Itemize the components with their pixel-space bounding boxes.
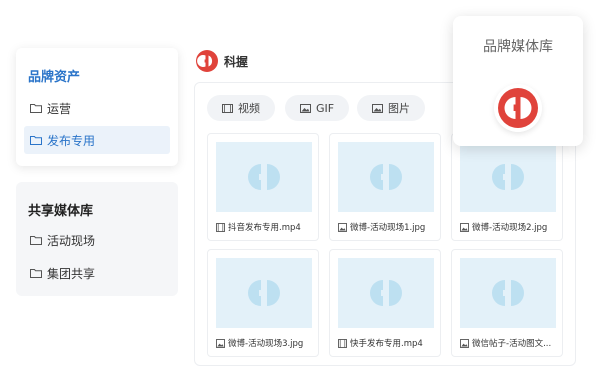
shared-media-panel: 共享媒体库 活动现场 集团共享 xyxy=(16,182,178,296)
asset-caption: 微博-活动现场2.jpg xyxy=(460,220,560,234)
brand-name: 科握 xyxy=(224,54,249,69)
asset-tile[interactable]: 微博-活动现场1.jpg xyxy=(329,133,441,241)
asset-thumbnail xyxy=(216,258,312,328)
nav-item-group-shared[interactable]: 集团共享 xyxy=(24,259,170,287)
nav-item-operations[interactable]: 运营 xyxy=(24,94,170,122)
asset-thumbnail xyxy=(338,258,434,328)
folder-icon xyxy=(30,103,42,113)
brand-assets-title: 品牌资产 xyxy=(28,70,81,85)
brand-logo-placeholder-icon xyxy=(248,280,280,306)
nav-item-label: 发布专用 xyxy=(47,133,96,148)
nav-item-label: 运营 xyxy=(47,101,72,116)
brand-media-library-title: 品牌媒体库 xyxy=(483,39,553,55)
nav-item-publish[interactable]: 发布专用 xyxy=(24,126,170,154)
asset-tile[interactable]: 微博-活动现场3.jpg xyxy=(207,249,319,357)
nav-item-label: 活动现场 xyxy=(47,233,96,248)
image-icon xyxy=(460,338,469,348)
filter-image-button[interactable]: 图片 xyxy=(357,95,425,121)
brand-logo-placeholder-icon xyxy=(370,280,402,306)
filter-video-label: 视频 xyxy=(238,102,260,115)
brand-logo-placeholder-icon xyxy=(248,164,280,190)
asset-name: 微博-活动现场2.jpg xyxy=(472,223,548,233)
brand-logo-icon xyxy=(494,84,542,132)
brand-header: 科握 xyxy=(196,50,248,72)
asset-thumbnail xyxy=(460,258,556,328)
nav-item-label: 集团共享 xyxy=(47,266,96,281)
asset-name: 微博-活动现场3.jpg xyxy=(228,339,304,349)
image-icon xyxy=(299,103,311,113)
filter-gif-button[interactable]: GIF xyxy=(285,95,349,121)
image-icon xyxy=(338,222,347,232)
brand-media-library-card[interactable]: 品牌媒体库 xyxy=(453,16,583,146)
brand-logo-placeholder-icon xyxy=(492,280,524,306)
asset-tile[interactable]: 微信帖子-活动图文... xyxy=(451,249,563,357)
asset-caption: 抖音发布专用.mp4 xyxy=(216,220,316,234)
video-icon xyxy=(222,103,233,113)
filter-image-label: 图片 xyxy=(388,102,410,115)
asset-thumbnail xyxy=(216,142,312,212)
asset-tile[interactable]: 快手发布专用.mp4 xyxy=(329,249,441,357)
asset-tile[interactable]: 微博-活动现场2.jpg xyxy=(451,133,563,241)
asset-name: 抖音发布专用.mp4 xyxy=(228,223,301,233)
asset-caption: 微信帖子-活动图文... xyxy=(460,336,560,350)
brand-logo-icon xyxy=(196,50,218,72)
filter-gif-label: GIF xyxy=(315,101,335,115)
brand-logo-placeholder-icon xyxy=(492,164,524,190)
nav-item-event-site[interactable]: 活动现场 xyxy=(24,226,170,254)
asset-name: 微博-活动现场1.jpg xyxy=(350,223,426,233)
folder-icon xyxy=(30,235,42,245)
asset-caption: 微博-活动现场3.jpg xyxy=(216,336,316,350)
folder-icon xyxy=(30,268,42,278)
folder-icon xyxy=(30,135,42,145)
filter-video-button[interactable]: 视频 xyxy=(207,95,275,121)
brand-logo-placeholder-icon xyxy=(370,164,402,190)
asset-name: 快手发布专用.mp4 xyxy=(350,339,423,349)
shared-media-title: 共享媒体库 xyxy=(28,204,94,219)
image-icon xyxy=(372,103,383,113)
asset-name: 微信帖子-活动图文... xyxy=(472,339,552,349)
asset-thumbnail xyxy=(338,142,434,212)
image-icon xyxy=(460,222,469,232)
video-icon xyxy=(216,222,225,232)
asset-tile[interactable]: 抖音发布专用.mp4 xyxy=(207,133,319,241)
video-icon xyxy=(338,338,347,348)
asset-thumbnail xyxy=(460,142,556,212)
asset-caption: 快手发布专用.mp4 xyxy=(338,336,438,350)
asset-caption: 微博-活动现场1.jpg xyxy=(338,220,438,234)
image-icon xyxy=(216,338,225,348)
brand-assets-panel: 品牌资产 运营 发布专用 xyxy=(16,48,178,166)
